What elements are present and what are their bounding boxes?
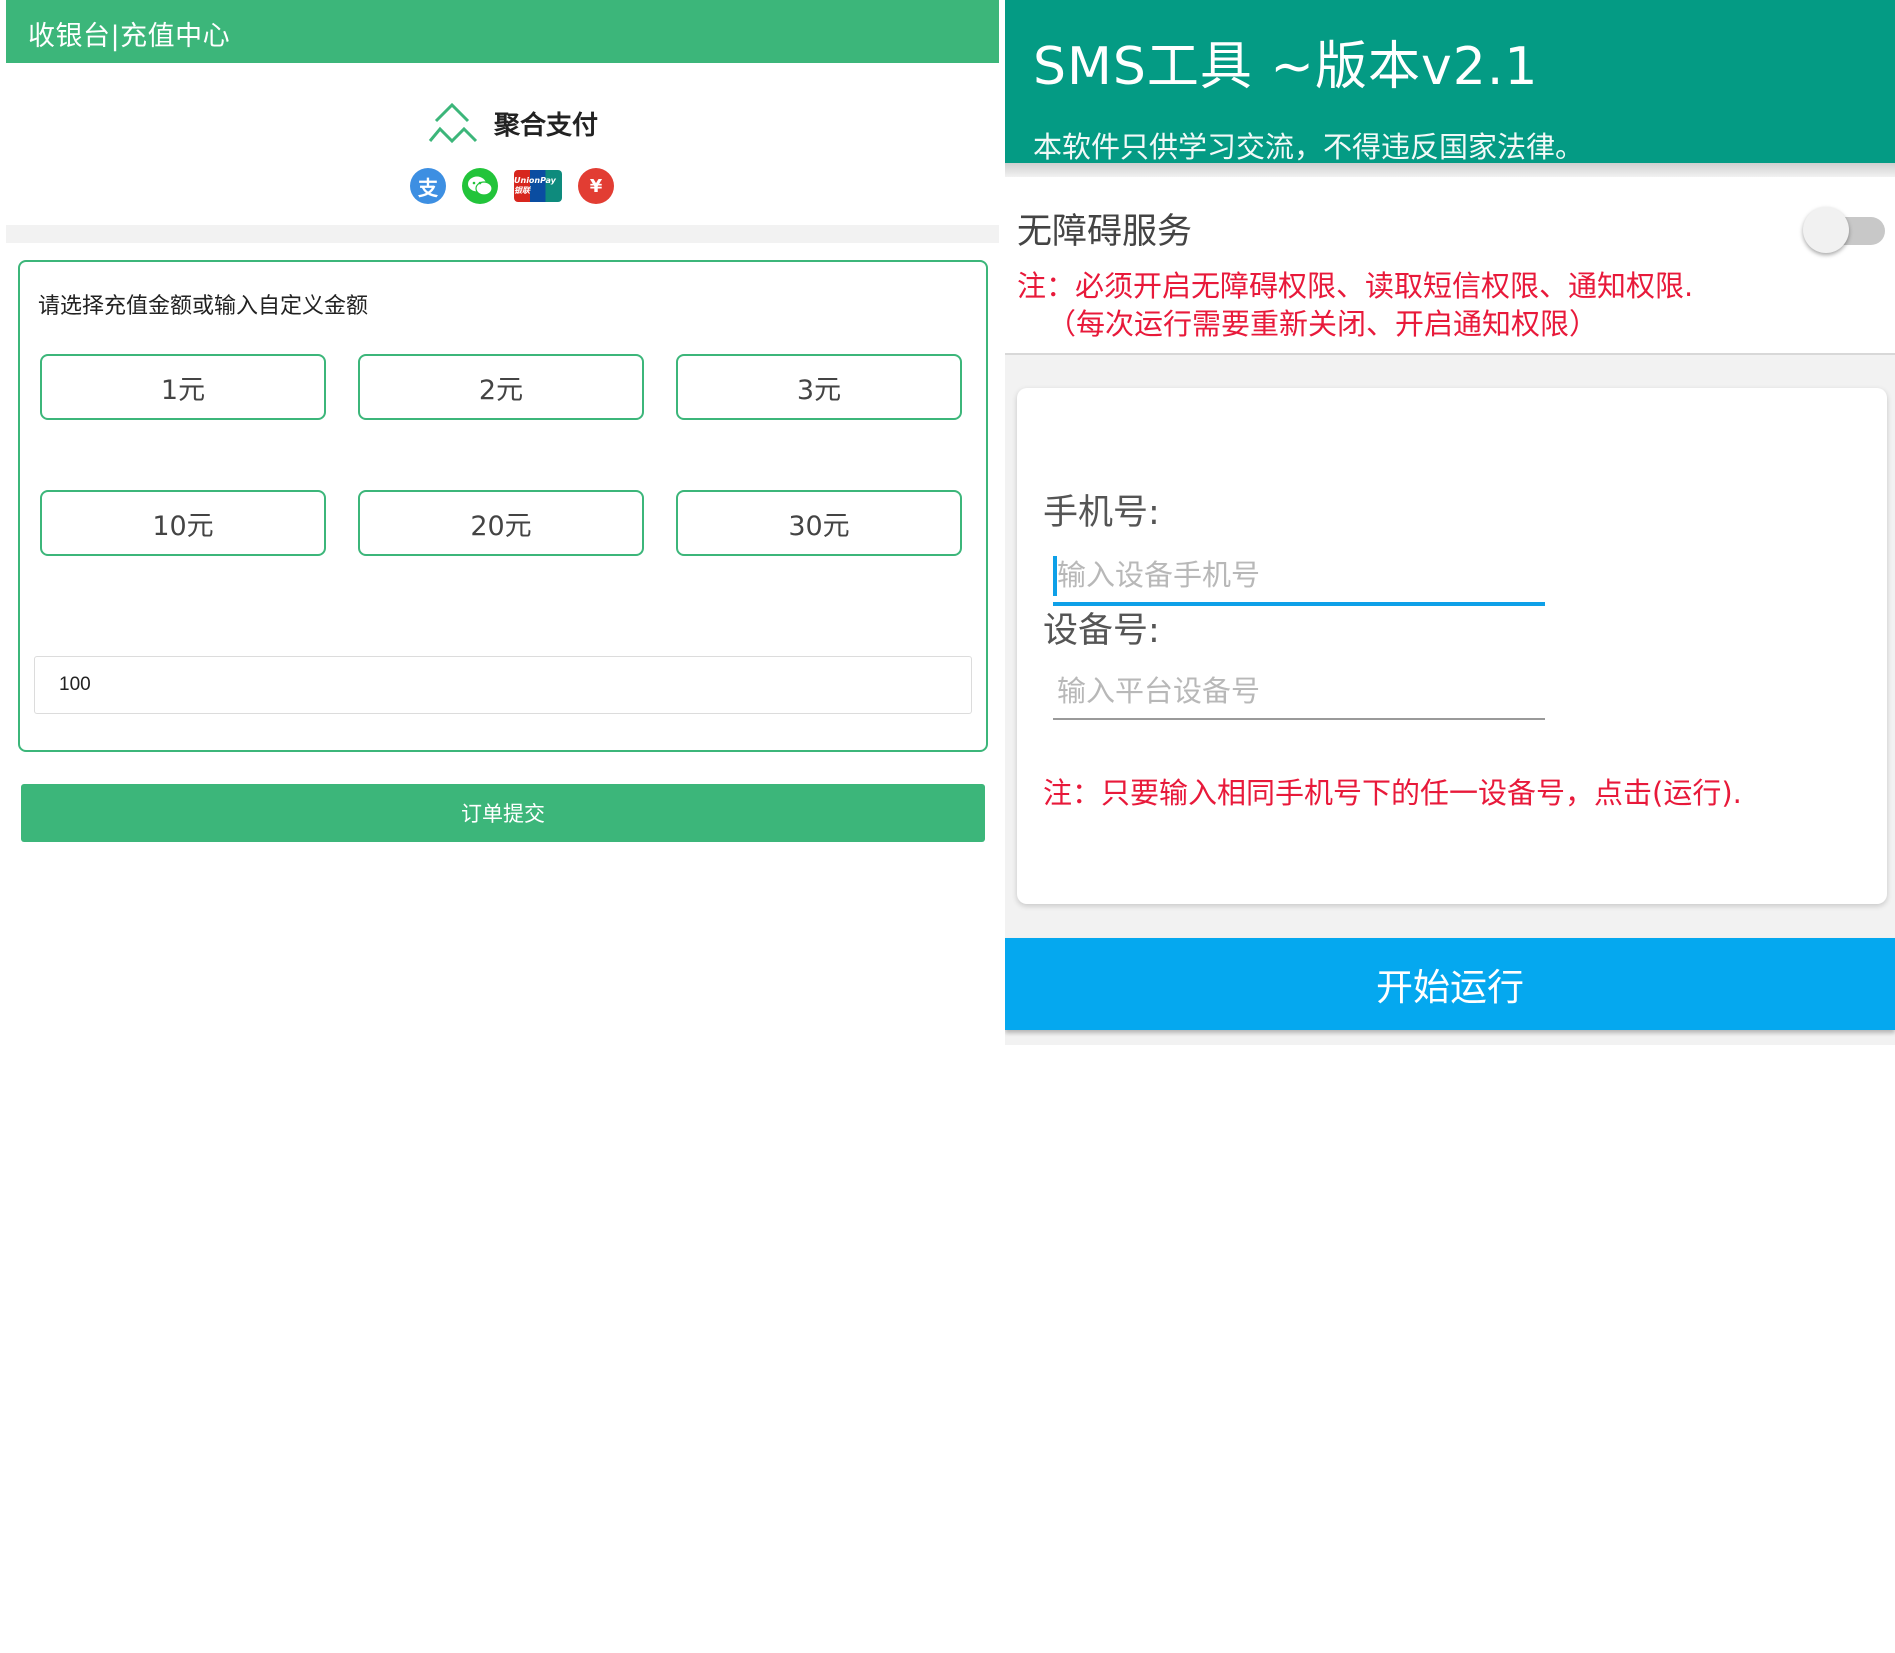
payment-methods: 支 UnionPay 银联 ¥ — [410, 168, 614, 204]
wechat-bubbles-icon — [468, 176, 493, 196]
custom-amount-input[interactable] — [34, 656, 972, 714]
brand-name: 聚合支付 — [494, 110, 599, 141]
toggle-thumb — [1803, 207, 1849, 253]
unionpay-icon[interactable]: UnionPay 银联 — [514, 170, 562, 202]
amount-option-3[interactable]: 3元 — [676, 354, 962, 420]
amount-option-1[interactable]: 1元 — [40, 354, 326, 420]
accessibility-service-label: 无障碍服务 — [1017, 212, 1193, 252]
wechat-pay-icon[interactable] — [462, 168, 498, 204]
device-input-underline — [1053, 718, 1545, 720]
screenshot-composite: 收银台|充值中心 聚合支付 支 UnionPay 银联 ¥ 请选择充值金额或输入… — [0, 0, 1895, 1653]
sms-tool-app: SMS工具 ~版本v2.1 本软件只供学习交流，不得违反国家法律。 无障碍服务 … — [1005, 0, 1895, 1045]
red-packet-icon[interactable]: ¥ — [578, 168, 614, 204]
submit-order-button[interactable]: 订单提交 — [21, 784, 985, 842]
header-shadow — [1005, 163, 1895, 177]
run-instruction-note: 注：只要输入相同手机号下的任一设备号，点击(运行). — [1043, 776, 1742, 810]
cashier-header-title: 收银台|充值中心 — [28, 21, 231, 52]
device-form-card: 手机号: 设备号: 注：只要输入相同手机号下的任一设备号，点击(运行). — [1017, 388, 1887, 904]
alipay-icon[interactable]: 支 — [410, 168, 446, 204]
cashier-header: 收银台|充值中心 — [6, 0, 999, 63]
accessibility-section: 无障碍服务 注：必须开启无障碍权限、读取短信权限、通知权限. （每次运行需要重新… — [1005, 177, 1895, 355]
permission-note: 注：必须开启无障碍权限、读取短信权限、通知权限. — [1017, 269, 1694, 303]
amount-option-10[interactable]: 10元 — [40, 490, 326, 556]
section-divider — [6, 225, 999, 243]
brand-row: 聚合支付 — [428, 98, 598, 148]
cashier-page: 收银台|充值中心 聚合支付 支 UnionPay 银联 ¥ 请选择充值金额或输入… — [0, 0, 1005, 1653]
accessibility-toggle[interactable] — [1803, 207, 1887, 253]
amount-option-20[interactable]: 20元 — [358, 490, 644, 556]
phone-input[interactable] — [1053, 548, 1543, 602]
phone-label: 手机号: — [1043, 493, 1160, 533]
app-disclaimer: 本软件只供学习交流，不得违反国家法律。 — [1033, 130, 1585, 164]
aggregate-pay-logo-icon — [428, 102, 478, 144]
start-run-button[interactable]: 开始运行 — [1005, 938, 1895, 1030]
amount-selection-card: 请选择充值金额或输入自定义金额 1元 2元 3元 10元 20元 30元 — [18, 260, 988, 752]
device-input[interactable] — [1053, 664, 1543, 718]
permission-note-detail: （每次运行需要重新关闭、开启通知权限） — [1047, 307, 1599, 341]
app-title: SMS工具 ~版本v2.1 — [1033, 37, 1539, 97]
amount-option-30[interactable]: 30元 — [676, 490, 962, 556]
app-header: SMS工具 ~版本v2.1 本软件只供学习交流，不得违反国家法律。 — [1005, 0, 1895, 164]
amount-option-2[interactable]: 2元 — [358, 354, 644, 420]
amount-prompt: 请选择充值金额或输入自定义金额 — [38, 294, 369, 319]
device-label: 设备号: — [1043, 611, 1160, 651]
